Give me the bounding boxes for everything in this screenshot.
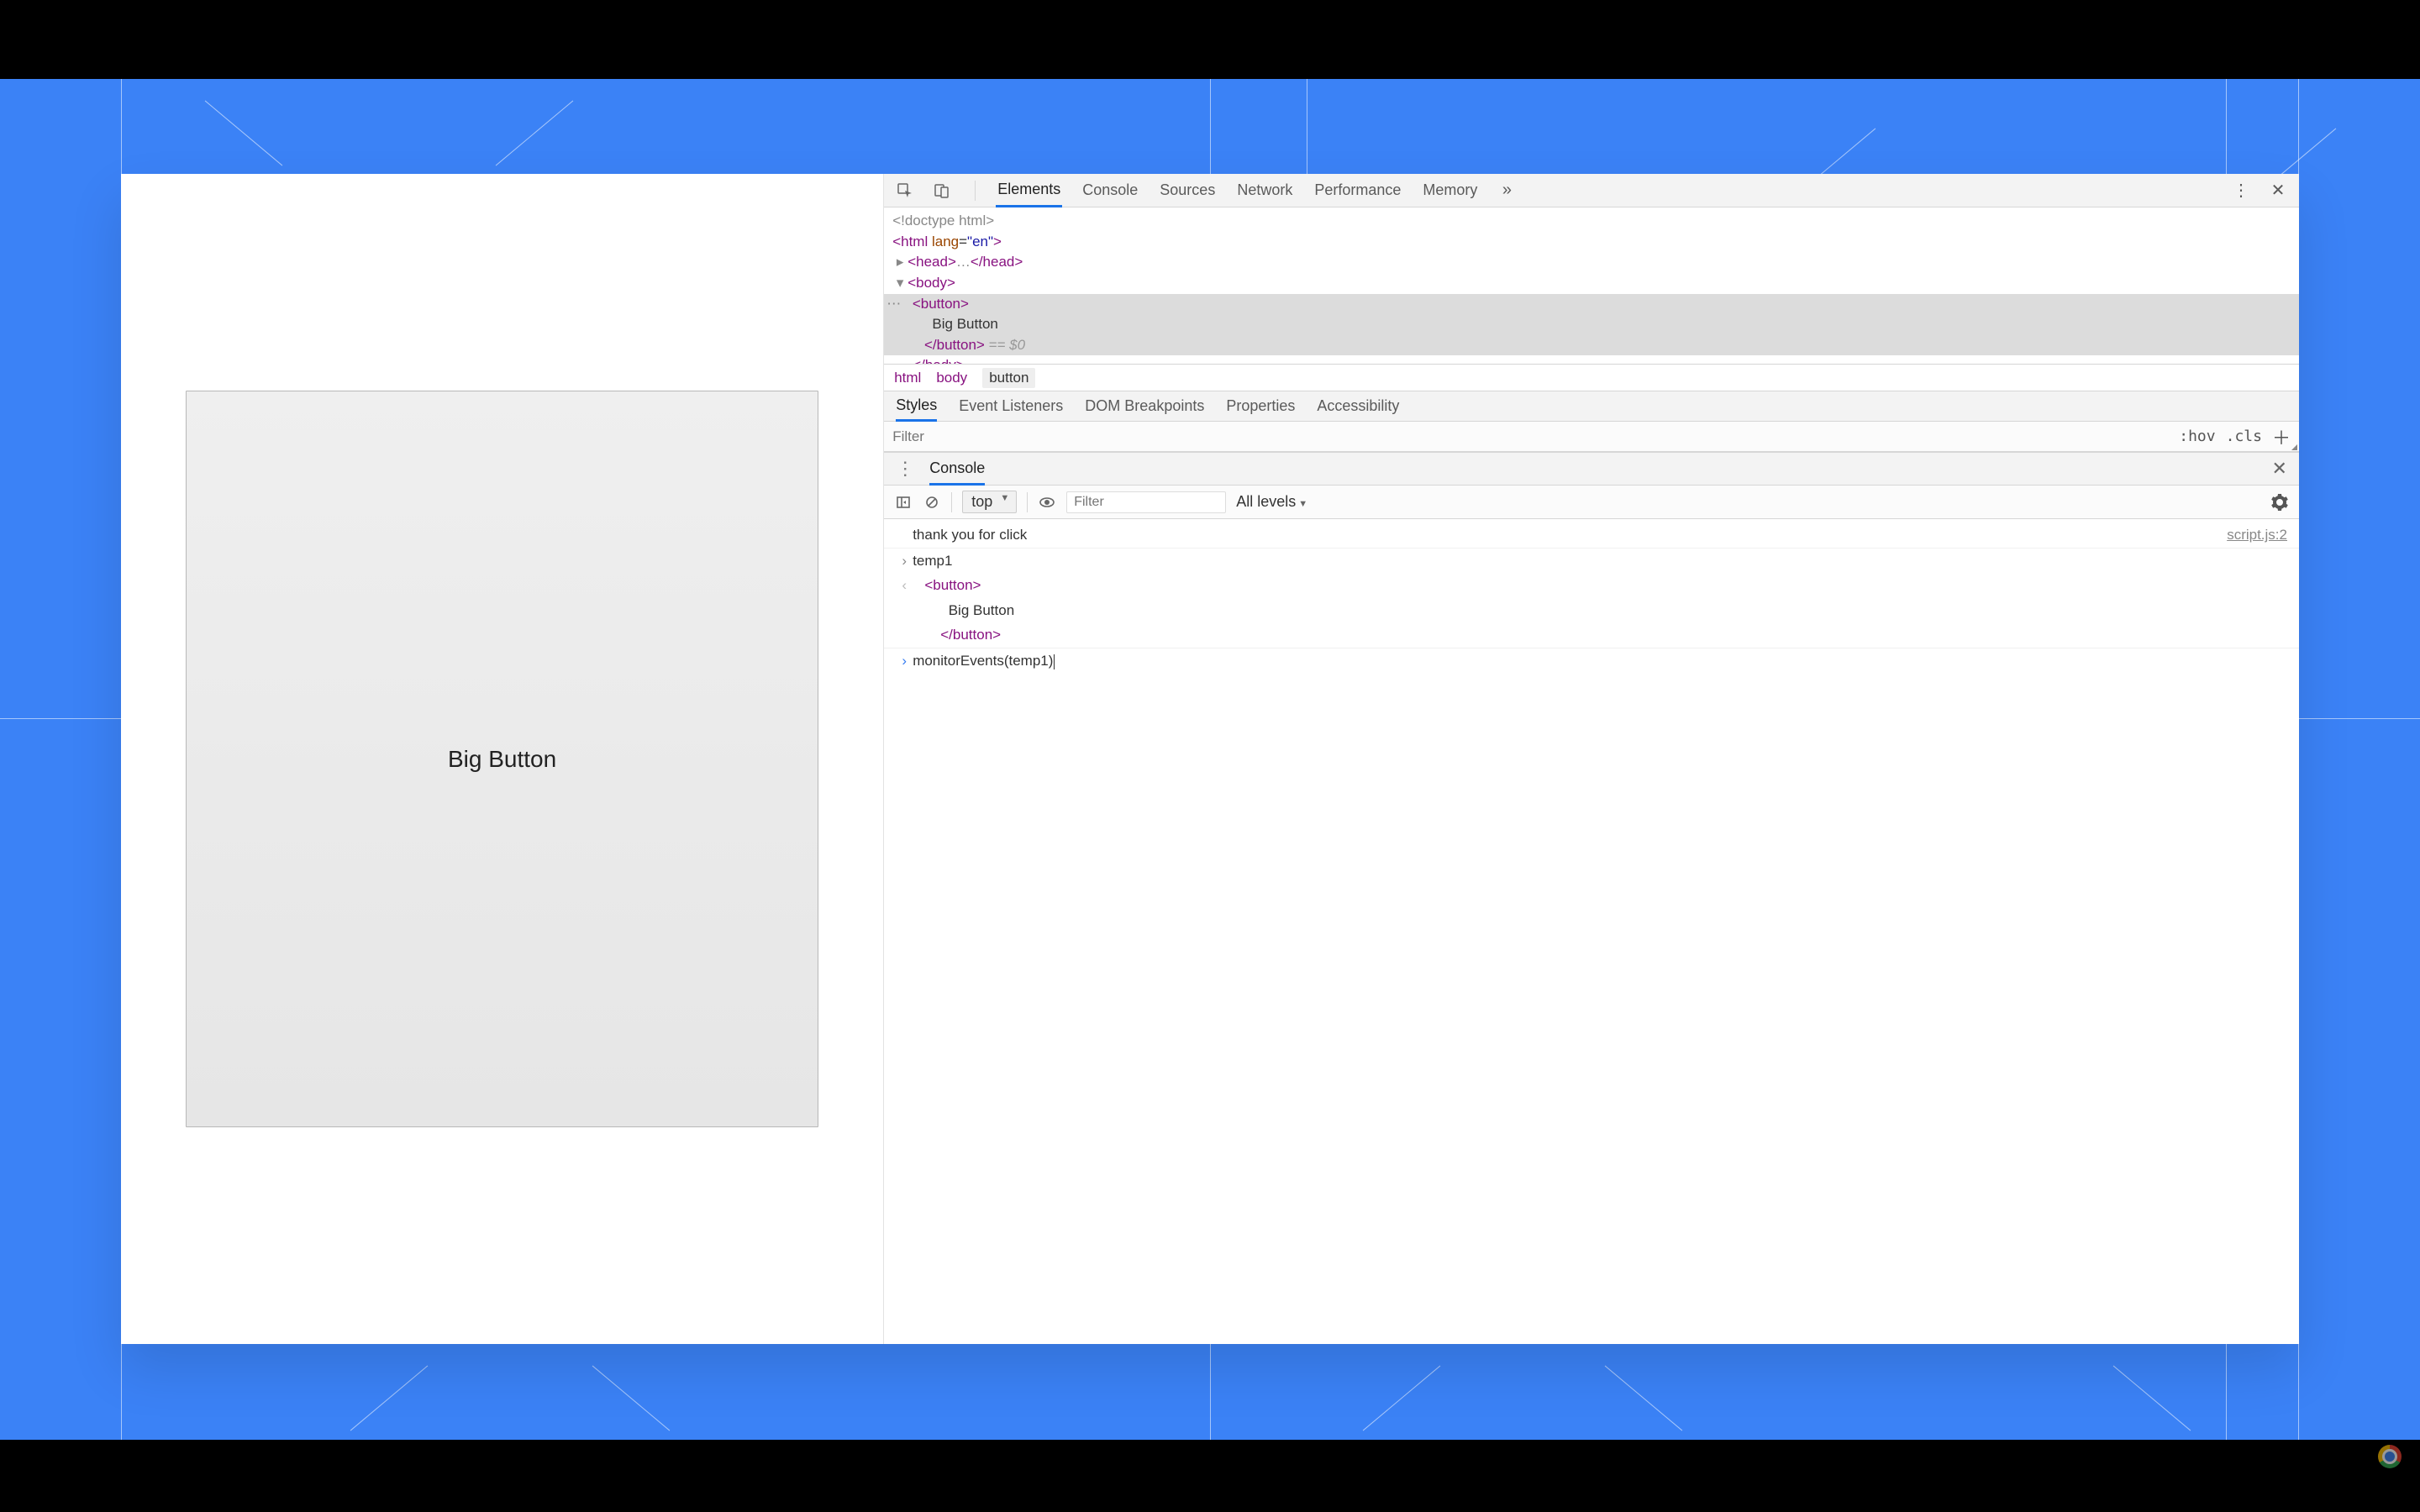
console-input-text: temp1: [913, 550, 2287, 572]
diagonal-line: [592, 1366, 671, 1431]
crumb-button[interactable]: button: [982, 368, 1035, 388]
console-toolbar: top All levels: [884, 486, 2299, 519]
chrome-logo-icon: [2378, 1445, 2402, 1468]
chevron-left-icon: ‹: [896, 575, 913, 596]
styles-subtabs: Styles Event Listeners DOM Breakpoints P…: [884, 391, 2299, 422]
tab-network[interactable]: Network: [1235, 174, 1294, 207]
letterbox-bottom: [0, 1440, 2420, 1512]
more-tabs-icon[interactable]: »: [1497, 181, 1516, 200]
slide-background: Big Button El: [0, 79, 2420, 1440]
console-context-select[interactable]: top: [962, 491, 1017, 513]
console-sidebar-toggle-icon[interactable]: [894, 493, 913, 512]
tab-memory[interactable]: Memory: [1421, 174, 1479, 207]
dom-doctype: <!doctype html>: [892, 211, 2299, 232]
diagonal-line: [2113, 1366, 2191, 1431]
drawer-kebab-icon[interactable]: ⋮: [896, 458, 914, 480]
dom-html-open: <html lang="en">: [892, 232, 2299, 253]
console-prompt-row[interactable]: › monitorEvents(temp1): [884, 648, 2299, 674]
new-style-rule-icon[interactable]: ＋: [2272, 423, 2291, 450]
close-icon[interactable]: ✕: [2269, 181, 2287, 200]
tab-performance[interactable]: Performance: [1313, 174, 1402, 207]
console-filter-input[interactable]: [1066, 491, 1226, 513]
diagonal-line: [1605, 1366, 1683, 1431]
dom-head[interactable]: ▸ <head>…</head>: [892, 252, 2299, 273]
diagonal-line: [205, 101, 283, 166]
console-prompt-text[interactable]: monitorEvents(temp1): [913, 650, 2287, 672]
styles-filter-input[interactable]: [892, 428, 2169, 445]
separator: [951, 492, 952, 512]
subtab-event-listeners[interactable]: Event Listeners: [959, 391, 1063, 421]
subtab-styles[interactable]: Styles: [896, 392, 937, 422]
big-button-label: Big Button: [448, 746, 556, 773]
big-button[interactable]: Big Button: [186, 391, 818, 1128]
console-drawer-header: ⋮ Console ✕: [884, 452, 2299, 486]
diagonal-line: [1363, 1366, 1441, 1431]
log-levels-select[interactable]: All levels: [1236, 493, 1307, 511]
console-body[interactable]: thank you for click script.js:2 › temp1 …: [884, 519, 2299, 1344]
tab-console[interactable]: Console: [1081, 174, 1139, 207]
hov-toggle[interactable]: :hov: [2179, 428, 2215, 445]
resize-corner-icon[interactable]: [2291, 444, 2297, 450]
dom-breadcrumb: html body button: [884, 365, 2299, 391]
text-cursor: [1054, 654, 1055, 669]
cls-toggle[interactable]: .cls: [2226, 428, 2262, 445]
drawer-tab-console[interactable]: Console: [929, 454, 985, 486]
separator: [1027, 492, 1028, 512]
subtab-accessibility[interactable]: Accessibility: [1317, 391, 1399, 421]
kebab-menu-icon[interactable]: ⋮: [2232, 181, 2250, 200]
live-expression-icon[interactable]: [1038, 493, 1056, 512]
console-log-msg: thank you for click: [913, 524, 2227, 546]
letterbox-top: [0, 0, 2420, 79]
device-toolbar-icon[interactable]: [933, 181, 951, 200]
console-output-row: ‹ <button>: [884, 573, 2299, 598]
ellipsis-icon[interactable]: ⋯: [886, 294, 901, 315]
diagonal-line: [496, 101, 574, 166]
crumb-html[interactable]: html: [894, 370, 921, 386]
dom-tree[interactable]: <!doctype html> <html lang="en"> ▸ <head…: [884, 207, 2299, 365]
console-output-text: </button>: [913, 624, 2287, 646]
subtab-dom-breakpoints[interactable]: DOM Breakpoints: [1085, 391, 1204, 421]
crumb-body[interactable]: body: [936, 370, 967, 386]
chevron-right-icon: ›: [896, 550, 913, 572]
dom-selected-node[interactable]: ⋯ <button> Big Button </button> == $0: [884, 294, 2299, 356]
styles-filter-row: :hov .cls ＋: [884, 422, 2299, 452]
diagonal-line: [350, 1366, 429, 1431]
subtab-properties[interactable]: Properties: [1226, 391, 1295, 421]
console-output-row: </button>: [884, 622, 2299, 648]
dom-body-open[interactable]: ▾ <body>: [892, 273, 2299, 294]
page-viewport: Big Button: [121, 174, 883, 1344]
dom-body-close: </body>: [913, 355, 2299, 364]
console-output-text: Big Button: [913, 600, 2287, 622]
chevron-right-icon: ›: [896, 650, 913, 672]
separator: [975, 181, 976, 201]
browser-devtools-window: Big Button El: [121, 174, 2299, 1344]
devtools-pane: Elements Console Sources Network Perform…: [883, 174, 2299, 1344]
console-log-source[interactable]: script.js:2: [2227, 524, 2287, 546]
console-output-row: Big Button: [884, 598, 2299, 623]
console-input-row: › temp1: [884, 549, 2299, 574]
devtools-tabbar: Elements Console Sources Network Perform…: [884, 174, 2299, 207]
console-log-row: thank you for click script.js:2: [884, 522, 2299, 549]
tab-elements[interactable]: Elements: [996, 175, 1062, 207]
inspect-element-icon[interactable]: [896, 181, 914, 200]
tab-sources[interactable]: Sources: [1158, 174, 1217, 207]
drawer-close-icon[interactable]: ✕: [2272, 458, 2287, 480]
console-output-text: <button>: [913, 575, 2287, 596]
console-settings-icon[interactable]: [2270, 493, 2289, 512]
clear-console-icon[interactable]: [923, 493, 941, 512]
